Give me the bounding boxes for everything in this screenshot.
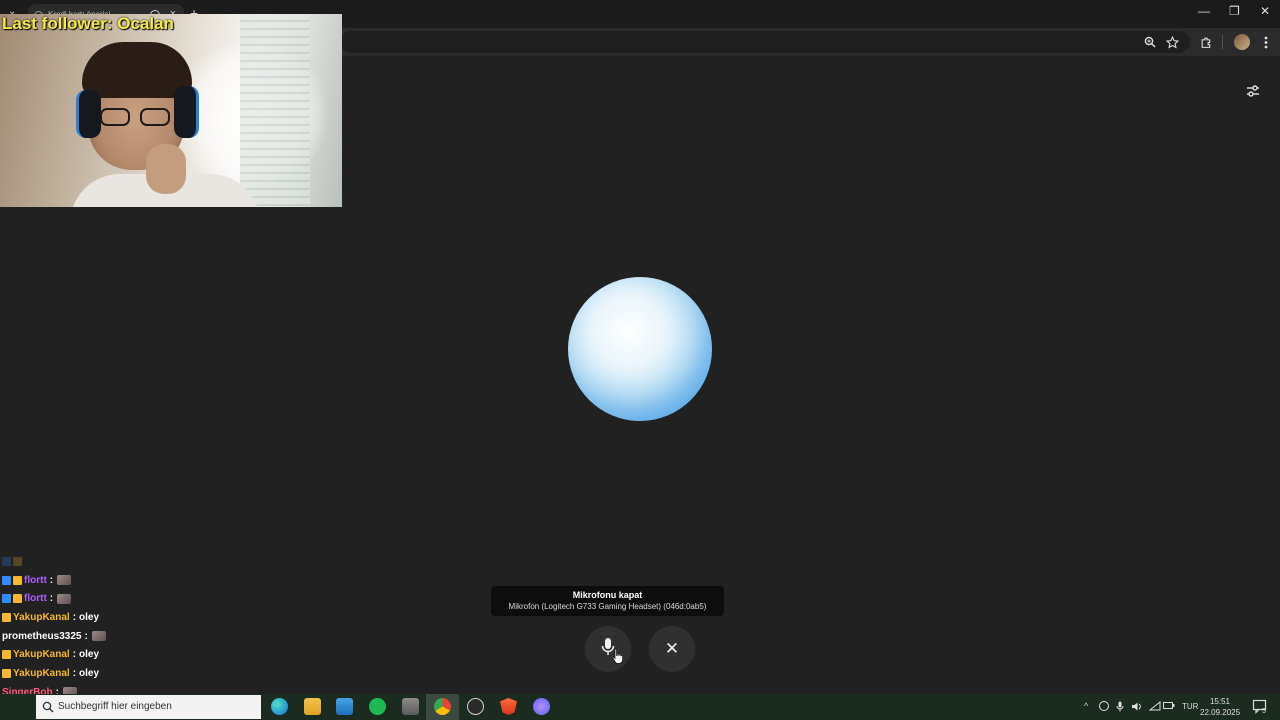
chat-badge-icon xyxy=(13,575,22,585)
calculator-icon[interactable] xyxy=(402,698,419,715)
zoom-icon[interactable] xyxy=(1142,34,1158,50)
chat-separator: : xyxy=(72,649,77,661)
voice-orb xyxy=(568,277,712,421)
chat-separator: : xyxy=(49,593,54,605)
language-indicator[interactable]: TUR xyxy=(1182,702,1198,711)
search-placeholder: Suchbegriff hier eingeben xyxy=(58,701,172,712)
tray-antivirus-icon[interactable] xyxy=(1099,701,1109,711)
spotify-icon[interactable] xyxy=(369,698,386,715)
chat-separator: : xyxy=(49,574,54,586)
mute-microphone-button[interactable] xyxy=(585,626,631,672)
close-icon: ✕ xyxy=(664,639,680,658)
more-menu-icon[interactable] xyxy=(1258,34,1274,50)
chat-emote-icon xyxy=(57,575,72,586)
chrome-icon[interactable] xyxy=(434,698,451,715)
tooltip-subtitle: Mikrofon (Logitech G733 Gaming Headset) … xyxy=(508,602,707,611)
profile-avatar[interactable] xyxy=(1234,34,1250,50)
voice-settings-icon[interactable] xyxy=(1244,82,1262,100)
tray-volume-icon[interactable] xyxy=(1131,701,1143,714)
chat-separator: : xyxy=(84,630,88,642)
chat-text: oley xyxy=(79,611,100,623)
bookmark-star-icon[interactable] xyxy=(1164,34,1180,50)
chat-username: prometheus3325 xyxy=(2,630,82,642)
chat-badge-icon xyxy=(2,612,11,622)
chat-message: YakupKanal: oley xyxy=(2,608,262,627)
edge-icon[interactable] xyxy=(271,698,288,715)
taskbar-clock[interactable]: 15:51 22.09.2025 xyxy=(1200,696,1240,718)
chat-row-faded xyxy=(2,552,262,571)
chat-message: prometheus3325: xyxy=(2,627,262,646)
mic-tooltip: Mikrofonu kapat Mikrofon (Logitech G733 … xyxy=(491,586,724,616)
file-explorer-icon[interactable] xyxy=(304,698,321,715)
last-follower-label: Last follower: Ocalan xyxy=(2,14,174,33)
clock-time: 15:51 xyxy=(1209,697,1231,706)
restore-button[interactable]: ❐ xyxy=(1229,4,1240,18)
chat-username: YakupKanal xyxy=(13,649,70,661)
chat-separator: : xyxy=(72,611,77,623)
mail-icon[interactable] xyxy=(336,698,353,715)
chat-emote-icon xyxy=(91,631,106,642)
chat-username: flortt xyxy=(24,593,47,605)
stream-chat-overlay: flortt: flortt: YakupKanal: oley prometheus3… xyxy=(2,552,262,702)
chat-message: YakupKanal: oley xyxy=(2,645,262,664)
end-voice-button[interactable]: ✕ xyxy=(649,626,695,672)
taskbar-search-box[interactable]: Suchbegriff hier eingeben xyxy=(36,695,261,719)
obs-icon[interactable] xyxy=(467,698,484,715)
minimize-button[interactable]: — xyxy=(1198,4,1210,18)
chat-text: oley xyxy=(79,649,100,661)
chat-badge-icon xyxy=(2,594,11,604)
chat-username: flortt xyxy=(24,574,47,586)
notification-count: 5 xyxy=(1262,708,1266,715)
chat-username: YakupKanal xyxy=(13,611,70,623)
chat-badge-icon xyxy=(2,650,11,660)
discord-icon[interactable] xyxy=(533,698,550,715)
extensions-icon[interactable] xyxy=(1198,34,1214,50)
address-bar[interactable] xyxy=(340,31,1190,53)
chat-badge-icon xyxy=(2,668,11,678)
clock-date: 22.09.2025 xyxy=(1200,708,1241,717)
hand-pointer-cursor-icon xyxy=(612,648,624,669)
tray-network-icon[interactable] xyxy=(1148,700,1161,713)
window-close-button[interactable]: ✕ xyxy=(1260,4,1270,18)
chat-badge-icon xyxy=(2,575,11,585)
tooltip-title: Mikrofonu kapat xyxy=(572,590,643,600)
tray-battery-icon[interactable] xyxy=(1163,701,1175,712)
chat-message: YakupKanal: oley xyxy=(2,664,262,683)
chat-username: YakupKanal xyxy=(13,667,70,679)
toolbar-separator xyxy=(1222,35,1223,49)
chat-badge-icon xyxy=(13,594,22,604)
chat-message: flortt: xyxy=(2,571,262,590)
tray-chevron-icon[interactable]: ^ xyxy=(1084,701,1088,711)
chat-text: oley xyxy=(79,667,100,679)
tray-microphone-icon[interactable] xyxy=(1116,701,1124,714)
chat-emote-icon xyxy=(57,593,72,604)
chat-separator: : xyxy=(72,667,77,679)
search-icon xyxy=(42,700,54,718)
webcam-overlay xyxy=(0,14,342,207)
chat-message: flortt: xyxy=(2,589,262,608)
